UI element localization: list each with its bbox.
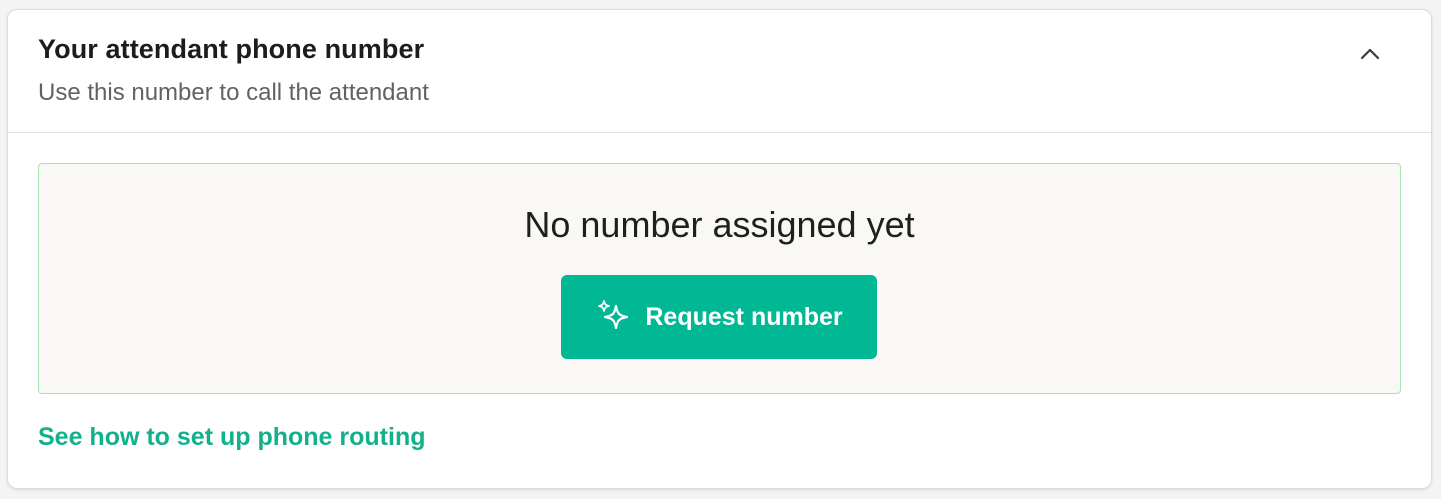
- phone-number-card: Your attendant phone number Use this num…: [7, 9, 1432, 489]
- phone-routing-help-link[interactable]: See how to set up phone routing: [38, 423, 426, 452]
- request-number-label: Request number: [645, 302, 843, 331]
- empty-state-message: No number assigned yet: [524, 204, 915, 245]
- card-subtitle: Use this number to call the attendant: [38, 79, 429, 106]
- chevron-up-icon: [1360, 48, 1380, 60]
- card-header: Your attendant phone number Use this num…: [8, 10, 1431, 133]
- card-title: Your attendant phone number: [38, 34, 425, 64]
- collapse-button[interactable]: [1352, 36, 1388, 72]
- empty-state-panel: No number assigned yet Request number: [38, 163, 1401, 394]
- sparkle-icon: [595, 298, 633, 336]
- request-number-button[interactable]: Request number: [561, 275, 877, 359]
